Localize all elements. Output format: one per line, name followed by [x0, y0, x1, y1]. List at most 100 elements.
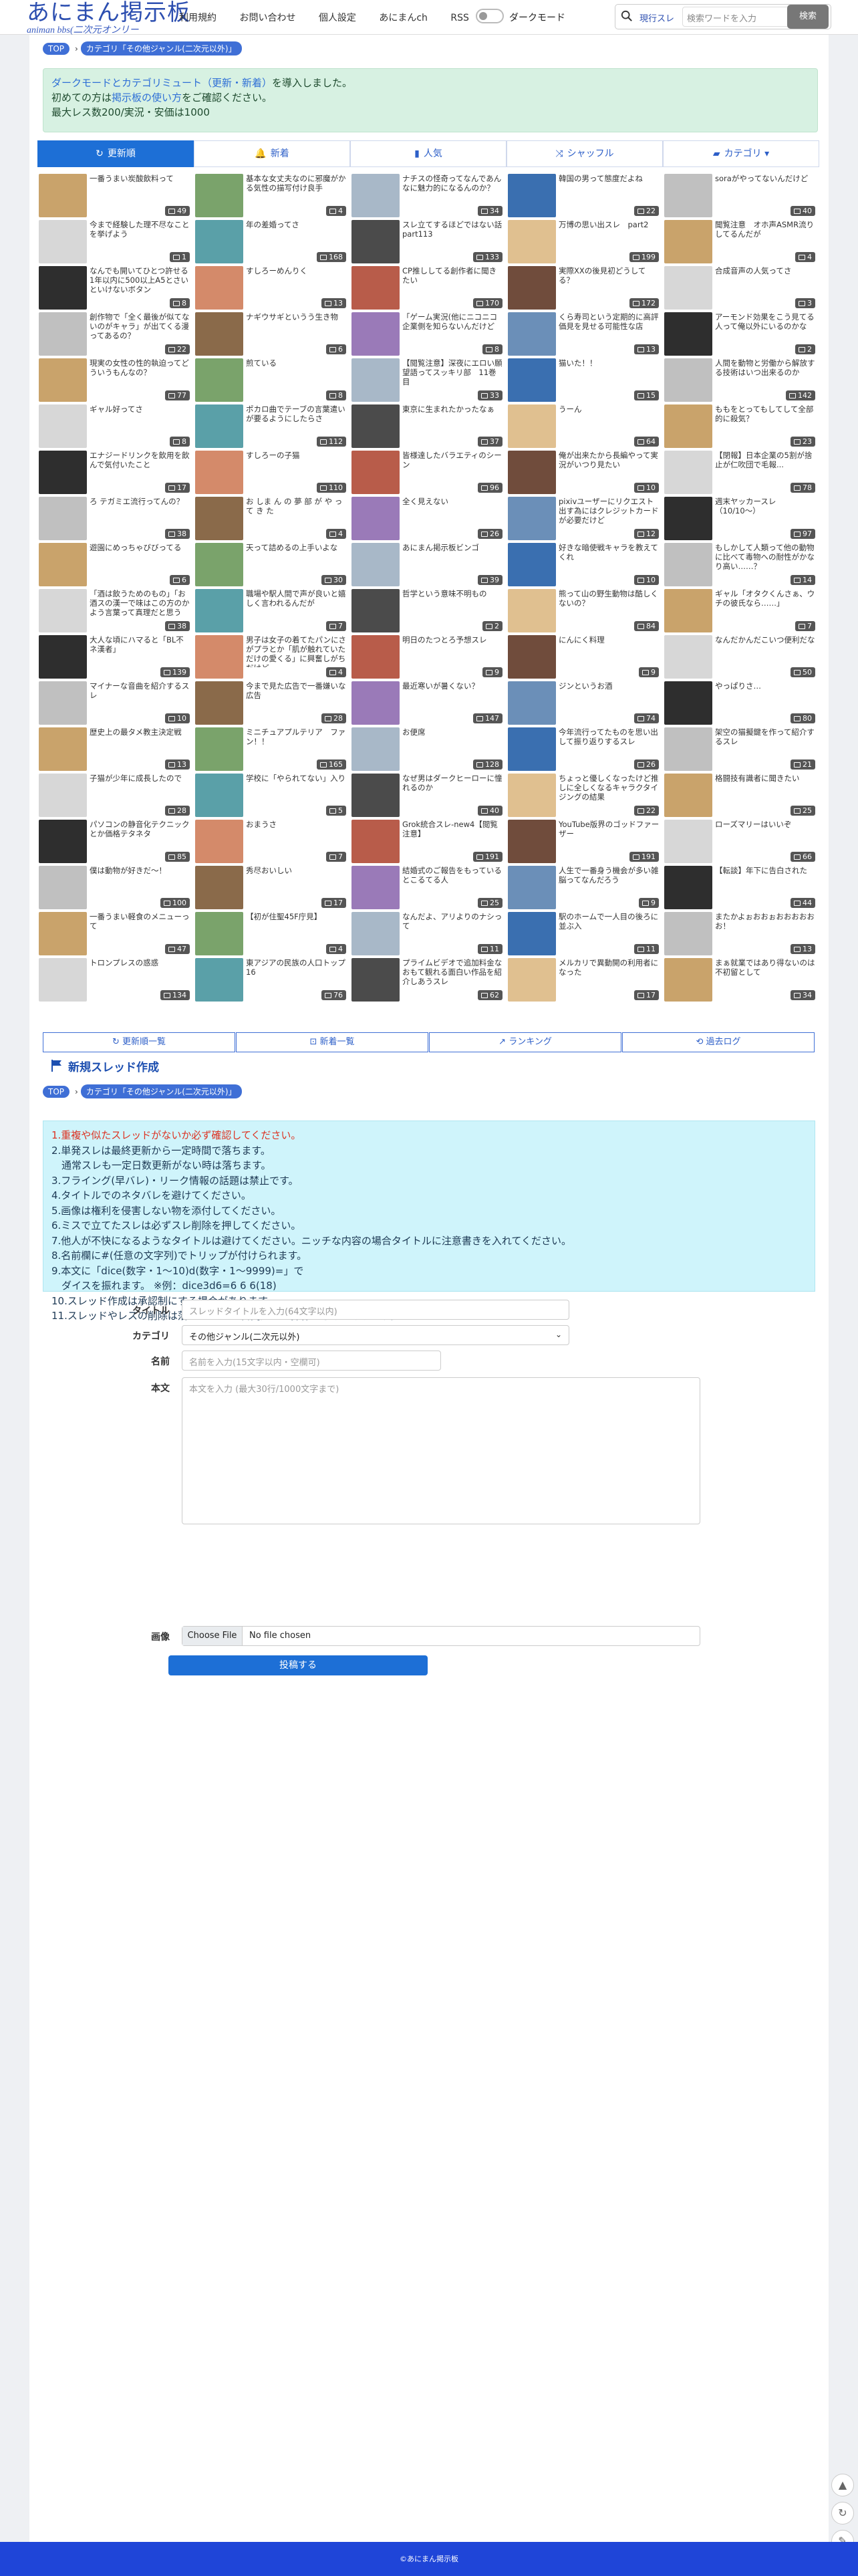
thread-thumbnail[interactable]	[39, 543, 87, 586]
thread-title[interactable]: 週末ヤッカースレ（10/10〜）	[715, 497, 817, 529]
thread-thumbnail[interactable]	[195, 174, 243, 217]
thread-thumbnail[interactable]	[508, 958, 556, 1002]
tab-category[interactable]: ▰ カテゴリ ▾	[663, 140, 819, 167]
thread-thumbnail[interactable]	[39, 912, 87, 955]
thread-title[interactable]: 創作物で「全く最後が似てないのがキャラ」が出てくる漫ってあるの？	[90, 312, 191, 344]
scroll-top-button[interactable]: ▲	[831, 2474, 854, 2496]
nav-contact[interactable]: お問い合わせ	[239, 13, 295, 23]
thread-item[interactable]: ポカロ曲でテーブの言葉遣いが要るようにしたらさ 112	[194, 403, 350, 449]
thread-item[interactable]: 人生で一番身う機会が多い雑脳ってなんだろう 9	[507, 864, 663, 911]
thread-thumbnail[interactable]	[664, 774, 712, 817]
thread-item[interactable]: なぜ男はダークヒーローに憧れるのか 40	[350, 772, 507, 818]
thread-thumbnail[interactable]	[351, 681, 400, 725]
choose-file-button[interactable]: Choose File	[182, 1627, 243, 1645]
thread-item[interactable]: 子猫が少年に成長したので 28	[37, 772, 194, 818]
thread-item[interactable]: ナチスの怪奇ってなんであんなに魅力的になるんのか？ 34	[350, 172, 507, 219]
thread-item[interactable]: まぁ就業ではあり得ないのは不初留として 34	[663, 957, 819, 1003]
thread-item[interactable]: 一番うまい炭酸飲料って 49	[37, 172, 194, 219]
thread-item[interactable]: 現実の女性の性的執迫ってどういうもんなの？ 77	[37, 357, 194, 403]
thread-item[interactable]: 年の差婚ってさ 168	[194, 219, 350, 265]
thread-thumbnail[interactable]	[195, 404, 243, 448]
thread-title[interactable]: お便席	[402, 727, 504, 759]
thread-thumbnail[interactable]	[508, 312, 556, 356]
thread-item[interactable]: 学校に「やられてない」入り 5	[194, 772, 350, 818]
reload-button[interactable]: ↻	[831, 2502, 854, 2525]
thread-title[interactable]: 最近寒いが暑くない？	[402, 681, 504, 713]
thread-title[interactable]: 【閲覧注意】深夜にエロい願望語ってスッキリ部 11巻目	[402, 358, 504, 390]
thread-thumbnail[interactable]	[195, 451, 243, 494]
thread-item[interactable]: やっぱりさ… 80	[663, 680, 819, 726]
thread-title[interactable]: 実際XXの後見初どうしてる？	[559, 266, 660, 298]
thread-title[interactable]: まぁ就業ではあり得ないのは不初留として	[715, 958, 817, 990]
thread-item[interactable]: マイナーな音曲を紹介するスレ 10	[37, 680, 194, 726]
thread-item[interactable]: Grok統合スレ-new4【閲覧注意】 191	[350, 818, 507, 864]
thread-item[interactable]: 哲学という意味不明もの 2	[350, 588, 507, 634]
thread-item[interactable]: ちょっと優しくなったけど推しに全しくなるキャラクタイジングの結果 22	[507, 772, 663, 818]
thread-thumbnail[interactable]	[351, 958, 400, 1002]
thread-item[interactable]: 秀尽おいしい 17	[194, 864, 350, 911]
thread-item[interactable]: なんだかんだこいつ便利だな 50	[663, 634, 819, 680]
notice-howto-link[interactable]: 掲示板の使い方	[112, 92, 182, 104]
thread-title[interactable]: 【転談】年下に告白された	[715, 866, 817, 898]
thread-title[interactable]: 哲学という意味不明もの	[402, 589, 504, 621]
thread-thumbnail[interactable]	[351, 635, 400, 679]
thread-thumbnail[interactable]	[195, 312, 243, 356]
thread-item[interactable]: お しま ん の 夢 部 が や っ て き た4	[194, 495, 350, 542]
thread-thumbnail[interactable]	[195, 727, 243, 771]
thread-item[interactable]: 明日のたつとろ予想スレ 9	[350, 634, 507, 680]
thread-thumbnail[interactable]	[351, 912, 400, 955]
thread-title[interactable]: YouTube版界のゴッドファーザー	[559, 820, 660, 852]
thread-title[interactable]: 僕は動物が好きだ～！	[90, 866, 191, 898]
thread-title[interactable]: 男子は女子の着てたパンにさがプラとか「肌が触れていただけの愛くる」に興奮しがちだ…	[246, 635, 347, 667]
name-input[interactable]: 名前を入力(15文字以内・空欄可)	[182, 1351, 441, 1371]
thread-thumbnail[interactable]	[508, 220, 556, 263]
thread-thumbnail[interactable]	[39, 589, 87, 632]
thread-title[interactable]: 今まで見た広告で一番嫌いな広告	[246, 681, 347, 713]
nav-animanch[interactable]: あにまんch	[379, 13, 428, 23]
thread-item[interactable]: プライムビデオで追加料金なおもて観れる面白い作品を紹介しあうスレ 62	[350, 957, 507, 1003]
thread-thumbnail[interactable]	[195, 220, 243, 263]
thread-thumbnail[interactable]	[195, 681, 243, 725]
thread-item[interactable]: 今年流行ってたものを思い出して振り返りするスレ 26	[507, 726, 663, 772]
thread-title[interactable]: すしろーの子猫	[246, 451, 347, 483]
thread-thumbnail[interactable]	[39, 635, 87, 679]
thread-item[interactable]: 東京に生まれたかったなぁ 37	[350, 403, 507, 449]
thread-title[interactable]: 東京に生まれたかったなぁ	[402, 404, 504, 437]
thread-title[interactable]: なんでも開いてひとつ許せる1年以内に500以上A5とさいといけないボタン	[90, 266, 191, 298]
thread-item[interactable]: 天って詰めるの上手いよな 30	[194, 542, 350, 588]
thread-thumbnail[interactable]	[351, 266, 400, 310]
thread-item[interactable]: 遊園にめっちゃびびってる 6	[37, 542, 194, 588]
breadcrumb-top[interactable]: TOP	[43, 43, 70, 55]
thread-title[interactable]: 明日のたつとろ予想スレ	[402, 635, 504, 667]
thread-item[interactable]: 俺が出来たから長編やって実況がいつり見たい 10	[507, 449, 663, 495]
thread-title[interactable]: にんにく料理	[559, 635, 660, 667]
thread-thumbnail[interactable]	[664, 866, 712, 909]
thread-item[interactable]: トロンプレスの惑惑 134	[37, 957, 194, 1003]
thread-item[interactable]: 東アジアの民族の人口トップ16 76	[194, 957, 350, 1003]
thread-item[interactable]: ローズマリーはいいぞ 66	[663, 818, 819, 864]
darkmode-toggle[interactable]	[476, 9, 504, 23]
thread-thumbnail[interactable]	[664, 266, 712, 310]
link-updated-list[interactable]: ↻ 更新順一覧	[43, 1032, 235, 1052]
thread-item[interactable]: 【転談】年下に告白された 44	[663, 864, 819, 911]
thread-title[interactable]: あにまん掲示板ビンゴ	[402, 543, 504, 575]
thread-thumbnail[interactable]	[195, 635, 243, 679]
thread-title[interactable]: ナギウサギというう生き物	[246, 312, 347, 344]
thread-item[interactable]: ジンというお酒 74	[507, 680, 663, 726]
thread-title[interactable]: 基本な女丈夫なのに邪魔がかる気性の描写付け良手	[246, 174, 347, 206]
thread-title[interactable]: 皆様達したバラエティのシーン	[402, 451, 504, 483]
thread-title[interactable]: くら寿司という定期的に高評価見を見せる可能性な店	[559, 312, 660, 344]
thread-thumbnail[interactable]	[664, 312, 712, 356]
thread-title[interactable]: 東アジアの民族の人口トップ16	[246, 958, 347, 990]
thread-item[interactable]: 僕は動物が好きだ～！ 100	[37, 864, 194, 911]
thread-item[interactable]: 好きな暗使戦キャラを教えてくれ 10	[507, 542, 663, 588]
thread-thumbnail[interactable]	[351, 174, 400, 217]
thread-item[interactable]: soraがやってないんだけど 40	[663, 172, 819, 219]
thread-thumbnail[interactable]	[39, 497, 87, 540]
thread-item[interactable]: 基本な女丈夫なのに邪魔がかる気性の描写付け良手 4	[194, 172, 350, 219]
thread-thumbnail[interactable]	[39, 820, 87, 863]
thread-thumbnail[interactable]	[508, 727, 556, 771]
thread-title[interactable]: またかよぉおおぉおおおおおお！	[715, 912, 817, 944]
thread-thumbnail[interactable]	[39, 266, 87, 310]
tab-popular[interactable]: ▮ 人気	[350, 140, 507, 167]
